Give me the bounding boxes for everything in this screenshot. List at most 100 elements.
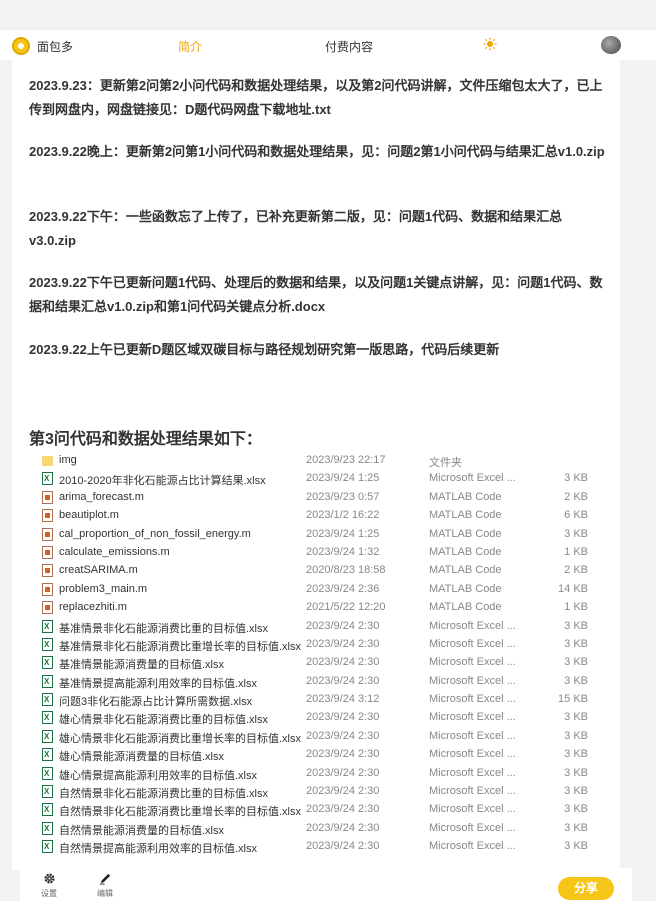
file-type: MATLAB Code [429,509,502,522]
file-row[interactable]: calculate_emissions.m 2023/9/24 1:32 MATLA… [40,544,600,562]
file-row[interactable]: beautiplot.m 2023/1/2 16:22 MATLAB Code 6 K… [40,507,600,525]
file-row[interactable]: 自然情景提高能源利用效率的目标值.xlsx 2023/9/24 2:30 Micro… [40,838,600,856]
file-name: creatSARIMA.m [59,564,138,577]
tab-intro[interactable]: 简介 [178,38,202,55]
file-date: 2023/9/24 2:30 [306,729,380,742]
file-name: 雄心情景能源消费量的目标值.xlsx [59,751,224,764]
file-date: 2023/9/24 2:30 [306,803,380,816]
file-row[interactable]: 2010-2020年非化石能源占比计算结果.xlsx 2023/9/24 1:25… [40,470,600,488]
settings-button[interactable]: 设置 [34,872,64,899]
file-row[interactable]: 基准情景非化石能源消费比重的目标值.xlsx 2023/9/24 2:30 Micr… [40,618,600,636]
file-type: Microsoft Excel ... [429,637,516,650]
file-row[interactable]: cal_proportion_of_non_fossil_energy.m 202… [40,526,600,544]
tab-paid-content[interactable]: 付费内容 [325,38,373,55]
file-name: calculate_emissions.m [59,545,170,558]
file-type: Microsoft Excel ... [429,693,516,706]
file-name: 自然情景非化石能源消费比重增长率的目标值.xlsx [59,806,301,819]
logo-icon[interactable] [12,37,30,55]
matlab-icon [42,490,53,504]
update-note: 2023.9.22晚上：更新第2问第1小问代码和数据处理结果，见：问题2第1小问… [29,144,605,159]
file-row[interactable]: 自然情景非化石能源消费比重增长率的目标值.xlsx 2023/9/24 2:30 M… [40,801,600,819]
theme-toggle-icon[interactable] [483,37,497,51]
matlab-icon [42,527,53,541]
file-type: MATLAB Code [429,527,502,540]
file-date: 2023/9/24 1:25 [306,527,380,540]
file-date: 2023/9/24 1:25 [306,472,380,485]
file-date: 2020/8/23 18:58 [306,564,386,577]
excel-icon [42,821,53,835]
file-size: 3 KB [564,840,588,853]
file-type: Microsoft Excel ... [429,711,516,724]
file-name: 自然情景能源消费量的目标值.xlsx [59,824,224,837]
pencil-icon [99,873,110,885]
update-note: 2023.9.23：更新第2问第2小问代码和数据处理结果，以及第2问代码讲解，文… [29,78,603,117]
file-row[interactable]: 雄心情景非化石能源消费比重的目标值.xlsx 2023/9/24 2:30 Micr… [40,709,600,727]
file-type: MATLAB Code [429,545,502,558]
file-date: 2023/9/24 1:32 [306,545,380,558]
file-row[interactable]: arima_forecast.m 2023/9/23 0:57 MATLAB Cod… [40,489,600,507]
file-row[interactable]: 自然情景能源消费量的目标值.xlsx 2023/9/24 2:30 Microsof… [40,820,600,838]
avatar[interactable] [601,36,621,54]
file-date: 2023/9/24 2:30 [306,766,380,779]
file-size: 1 KB [564,545,588,558]
file-name: 雄心情景非化石能源消费比重的目标值.xlsx [59,714,268,727]
file-size: 3 KB [564,803,588,816]
matlab-icon [42,545,53,559]
file-type: MATLAB Code [429,490,502,503]
file-name: arima_forecast.m [59,490,144,503]
file-size: 14 KB [558,582,588,595]
file-type: Microsoft Excel ... [429,729,516,742]
file-type: MATLAB Code [429,601,502,614]
file-row[interactable]: 雄心情景能源消费量的目标值.xlsx 2023/9/24 2:30 Microsof… [40,746,600,764]
section-title: 第3问代码和数据处理结果如下： [29,431,262,448]
file-row[interactable]: replacezhiti.m 2021/5/22 12:20 MATLAB Code… [40,599,600,617]
file-size: 2 KB [564,490,588,503]
share-button[interactable]: 分享 [558,877,614,900]
brand-name[interactable]: 面包多 [37,38,73,55]
matlab-icon [42,509,53,523]
file-type: Microsoft Excel ... [429,840,516,853]
file-name: 基准情景非化石能源消费比重增长率的目标值.xlsx [59,640,301,653]
excel-icon [42,766,53,780]
file-row[interactable]: 基准情景能源消费量的目标值.xlsx 2023/9/24 2:30 Microsof… [40,654,600,672]
file-size: 3 KB [564,729,588,742]
update-note: 2023.9.22下午已更新问题1代码、处理后的数据和结果，以及问题1关键点讲解… [29,275,603,314]
file-name: 雄心情景提高能源利用效率的目标值.xlsx [59,769,257,782]
file-name: 自然情景提高能源利用效率的目标值.xlsx [59,843,257,856]
file-name: replacezhiti.m [59,601,127,614]
excel-icon [42,748,53,762]
file-name: 2010-2020年非化石能源占比计算结果.xlsx [59,475,266,488]
file-date: 2023/1/2 16:22 [306,509,380,522]
matlab-icon [42,601,53,615]
update-note: 2023.9.22上午已更新D题区域双碳目标与路径规划研究第一版思路，代码后续更… [29,342,500,357]
file-row[interactable]: problem3_main.m 2023/9/24 2:36 MATLAB Code… [40,581,600,599]
file-row[interactable]: 雄心情景提高能源利用效率的目标值.xlsx 2023/9/24 2:30 Micro… [40,765,600,783]
file-type: Microsoft Excel ... [429,748,516,761]
file-size: 3 KB [564,527,588,540]
file-type: Microsoft Excel ... [429,472,516,485]
file-row[interactable]: 雄心情景非化石能源消费比重增长率的目标值.xlsx 2023/9/24 2:30 M… [40,728,600,746]
file-row[interactable]: 基准情景非化石能源消费比重增长率的目标值.xlsx 2023/9/24 2:30 M… [40,636,600,654]
excel-icon [42,674,53,688]
file-row[interactable]: img 2023/9/23 22:17 文件夹 [40,452,600,470]
file-date: 2023/9/24 3:12 [306,693,380,706]
excel-icon [42,619,53,633]
file-row[interactable]: 问题3非化石能源占比计算所需数据.xlsx 2023/9/24 3:12 Micro… [40,691,600,709]
matlab-icon [42,564,53,578]
file-row[interactable]: 基准情景提高能源利用效率的目标值.xlsx 2023/9/24 2:30 Micro… [40,673,600,691]
file-date: 2023/9/24 2:30 [306,748,380,761]
file-row[interactable]: creatSARIMA.m 2020/8/23 18:58 MATLAB Code 2… [40,562,600,580]
file-row[interactable]: 自然情景非化石能源消费比重的目标值.xlsx 2023/9/24 2:30 Micr… [40,783,600,801]
excel-icon [42,656,53,670]
file-name: 基准情景能源消费量的目标值.xlsx [59,659,224,672]
file-type: Microsoft Excel ... [429,785,516,798]
file-size: 3 KB [564,637,588,650]
file-name: 自然情景非化石能源消费比重的目标值.xlsx [59,788,268,801]
file-size: 3 KB [564,472,588,485]
file-date: 2023/9/24 2:30 [306,656,380,669]
file-type: Microsoft Excel ... [429,803,516,816]
edit-button[interactable]: 编辑 [90,872,120,899]
file-size: 2 KB [564,564,588,577]
file-type: Microsoft Excel ... [429,821,516,834]
file-size: 3 KB [564,711,588,724]
